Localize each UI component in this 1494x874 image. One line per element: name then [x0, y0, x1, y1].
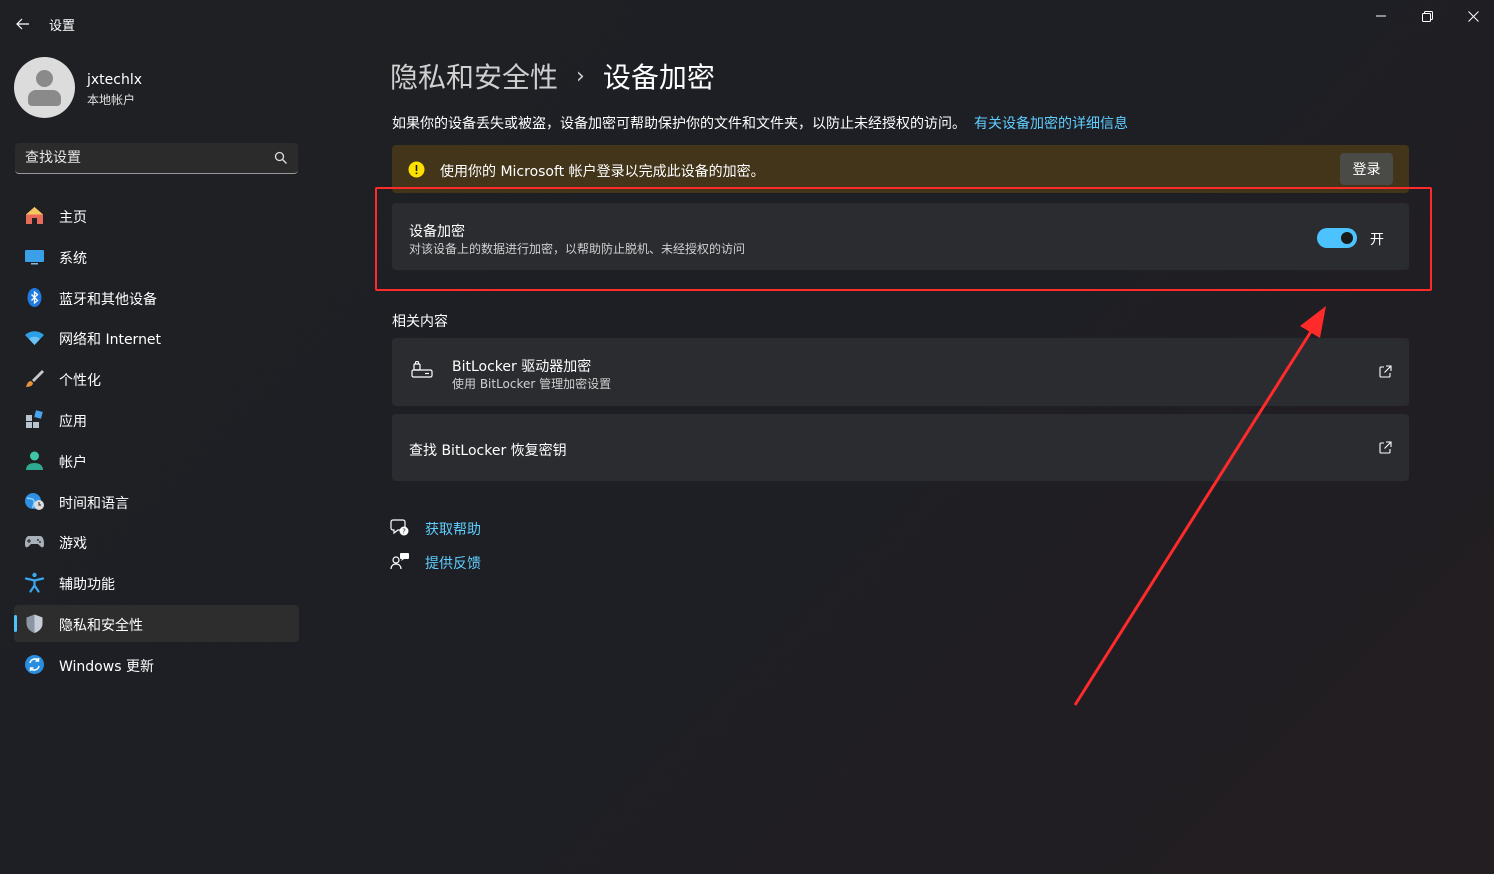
search-input[interactable]	[15, 143, 275, 173]
sidebar-item-apps[interactable]: 应用	[14, 401, 299, 438]
user-profile[interactable]: jxtechlx 本地帐户	[14, 57, 294, 119]
back-button[interactable]	[10, 12, 36, 36]
monitor-icon	[25, 249, 44, 265]
minimize-button[interactable]	[1358, 4, 1404, 28]
annotation-highlight-box	[375, 187, 1432, 291]
close-icon	[1467, 10, 1479, 22]
external-link-icon	[1379, 365, 1392, 378]
sidebar-item-home[interactable]: 主页	[14, 197, 299, 234]
shield-icon	[26, 614, 43, 633]
sidebar-item-label: 帐户	[59, 454, 87, 471]
avatar	[14, 57, 75, 118]
sidebar-item-label: 应用	[59, 413, 87, 430]
sidebar-item-bluetooth[interactable]: 蓝牙和其他设备	[14, 279, 299, 316]
minimize-icon	[1376, 15, 1386, 17]
home-icon	[26, 207, 43, 224]
sidebar-item-label: 时间和语言	[59, 495, 129, 512]
bitlocker-drive-icon	[411, 361, 433, 378]
sidebar-item-label: 游戏	[59, 536, 87, 553]
gamepad-icon	[25, 536, 44, 548]
signin-warning-bar: 使用你的 Microsoft 帐户登录以完成此设备的加密。 登录	[392, 145, 1409, 193]
title-bar: 设置	[0, 0, 1494, 46]
sidebar-item-network[interactable]: 网络和 Internet	[14, 319, 299, 356]
get-help-label: 获取帮助	[425, 522, 481, 538]
bluetooth-icon	[27, 287, 42, 307]
login-button[interactable]: 登录	[1340, 153, 1393, 185]
sidebar-item-label: 网络和 Internet	[59, 332, 162, 349]
sidebar-item-label: 隐私和安全性	[59, 617, 143, 634]
sidebar-item-label: 系统	[59, 250, 87, 267]
sidebar-item-label: 主页	[59, 210, 87, 226]
page-title: 设备加密	[602, 61, 715, 94]
sidebar-item-gaming[interactable]: 游戏	[14, 523, 299, 560]
help-chat-icon: ?	[390, 519, 409, 536]
search-box	[15, 143, 298, 174]
breadcrumb: 隐私和安全性 › 设备加密	[390, 56, 715, 96]
bitlocker-subtitle: 使用 BitLocker 管理加密设置	[452, 377, 612, 391]
restore-button[interactable]	[1404, 4, 1450, 28]
feedback-label: 提供反馈	[425, 556, 481, 572]
sidebar-item-system[interactable]: 系统	[14, 238, 299, 275]
wifi-icon	[25, 331, 44, 346]
sidebar-item-privacy-security[interactable]: 隐私和安全性	[14, 604, 299, 642]
warning-text: 使用你的 Microsoft 帐户登录以完成此设备的加密。	[440, 164, 765, 180]
globe-clock-icon	[25, 492, 44, 510]
related-section-title: 相关内容	[392, 314, 448, 330]
learn-more-link[interactable]: 有关设备加密的详细信息	[974, 116, 1128, 132]
accessibility-icon	[24, 572, 45, 593]
sidebar-item-accounts[interactable]: 帐户	[14, 442, 299, 479]
brush-icon	[26, 370, 44, 388]
bitlocker-card[interactable]: BitLocker 驱动器加密 使用 BitLocker 管理加密设置	[392, 338, 1409, 406]
sidebar-item-time-language[interactable]: 时间和语言	[14, 483, 299, 520]
svg-text:?: ?	[402, 528, 406, 536]
person-icon	[26, 451, 43, 470]
warning-icon	[408, 161, 425, 178]
recovery-key-title: 查找 BitLocker 恢复密钥	[409, 443, 567, 459]
search-icon[interactable]	[274, 151, 288, 165]
app-title: 设置	[49, 19, 76, 34]
description-text: 如果你的设备丢失或被盗，设备加密可帮助保护你的文件和文件夹，以防止未经授权的访问…	[392, 116, 966, 132]
apps-icon	[26, 410, 43, 428]
sidebar-item-personalization[interactable]: 个性化	[14, 360, 299, 397]
close-button[interactable]	[1450, 4, 1494, 28]
sidebar-item-label: 个性化	[59, 373, 101, 390]
restore-icon	[1421, 10, 1433, 22]
sidebar-item-label: Windows 更新	[59, 658, 154, 675]
sidebar-item-label: 蓝牙和其他设备	[59, 291, 157, 308]
sidebar-item-label: 辅助功能	[59, 577, 115, 594]
update-icon	[25, 654, 44, 674]
feedback-icon	[390, 553, 409, 570]
breadcrumb-chevron-icon: ›	[576, 63, 585, 89]
back-arrow-icon	[16, 18, 29, 30]
page-description: 如果你的设备丢失或被盗，设备加密可帮助保护你的文件和文件夹，以防止未经授权的访问…	[392, 113, 1128, 133]
profile-account-type: 本地帐户	[87, 93, 136, 107]
sidebar-item-accessibility[interactable]: 辅助功能	[14, 564, 299, 601]
sidebar-item-windows-update[interactable]: Windows 更新	[14, 646, 299, 683]
breadcrumb-parent[interactable]: 隐私和安全性	[390, 56, 558, 96]
external-link-icon	[1379, 441, 1392, 454]
sidebar-nav: 主页 系统 蓝牙和其他设备 网络和 Internet 个性化 应用 帐户 时间和…	[14, 197, 299, 687]
profile-name: jxtechlx	[87, 72, 143, 88]
bitlocker-title: BitLocker 驱动器加密	[452, 359, 592, 375]
find-recovery-key-card[interactable]: 查找 BitLocker 恢复密钥	[392, 414, 1409, 481]
